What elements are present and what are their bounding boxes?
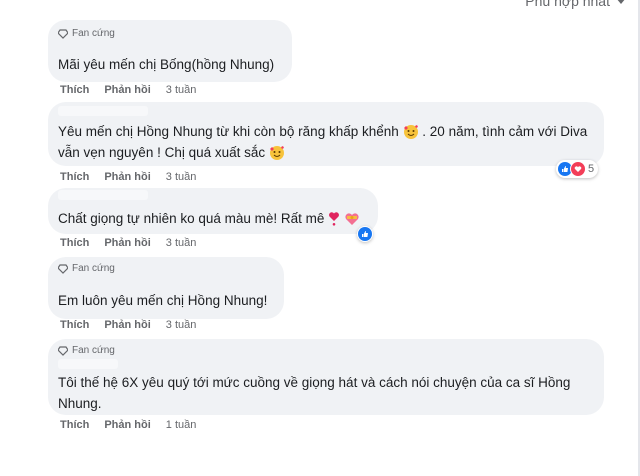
comment-bubble: Chất giọng tự nhiên ko quá màu mè! Rất m… [48,188,378,234]
reply-button[interactable]: Phản hồi [104,237,150,249]
like-button[interactable]: Thích [60,319,89,331]
comment-text-line-1: Tôi thế hệ 6X yêu quý tới mức cuồng về g… [58,375,571,390]
comment-bubble: Fan cứng Mãi yêu mến chị Bống(hồng Nhung… [48,20,292,82]
heart-exclamation-icon [329,212,340,227]
reply-button[interactable]: Phản hồi [104,84,150,96]
comment-actions: Thích Phản hồi 3 tuần [60,171,196,183]
reply-button[interactable]: Phản hồi [104,319,150,331]
comment-bubble: Fan cứng Tôi thế hệ 6X yêu quý tới mức c… [48,339,604,415]
comment-actions: Thích Phản hồi 1 tuần [60,419,196,431]
chevron-down-icon [616,0,626,4]
fan-badge: Fan cứng [58,345,115,356]
diamond-icon [58,263,68,274]
comment-text: Tôi thế hệ 6X yêu quý tới mức cuồng về g… [58,372,598,414]
comment-time[interactable]: 1 tuần [166,419,197,431]
comment-actions: Thích Phản hồi 3 tuần [60,237,196,249]
fan-badge-label: Fan cứng [72,28,115,39]
like-button[interactable]: Thích [60,419,89,431]
comment-text-line-2: vẫn vẹn nguyên ! Chị quá xuất sắc [58,145,266,160]
commenter-name-redacted [58,359,118,369]
comment-time[interactable]: 3 tuần [166,171,197,183]
fan-badge: Fan cứng [58,28,115,39]
like-button[interactable]: Thích [60,171,89,183]
like-reaction-icon [358,227,372,241]
commenter-name-redacted [58,106,148,116]
sort-label: Phù hợp nhất [525,0,610,9]
sort-dropdown[interactable]: Phù hợp nhất [525,0,626,9]
comment-text-line: Chất giọng tự nhiên ko quá màu mè! Rất m… [58,211,325,226]
comment-bubble: Yêu mến chị Hồng Nhung từ khi còn bộ răn… [48,102,604,166]
comment-text: Chất giọng tự nhiên ko quá màu mè! Rất m… [58,208,360,229]
comment-time[interactable]: 3 tuần [166,319,197,331]
comment-actions: Thích Phản hồi 3 tuần [60,84,196,96]
reaction-count: 5 [588,163,595,175]
comment-time[interactable]: 3 tuần [166,237,197,249]
commenter-name-redacted [58,190,148,200]
comment-text-line-2: Nhung. [58,396,102,411]
reaction-summary[interactable] [357,226,373,242]
reply-button[interactable]: Phản hồi [104,171,150,183]
comment-bubble: Fan cứng Em luôn yêu mến chị Hồng Nhung! [48,257,284,319]
love-reaction-icon [570,161,586,177]
heart-with-ribbon-icon [345,213,359,226]
fan-badge: Fan cứng [58,263,115,274]
comment-text: Em luôn yêu mến chị Hồng Nhung! [58,293,268,308]
like-button[interactable]: Thích [60,237,89,249]
fan-badge-label: Fan cứng [72,345,115,356]
fan-badge-label: Fan cứng [72,263,115,274]
comment-time[interactable]: 3 tuần [166,84,197,96]
comment-text-line-1b: . 20 năm, tình cảm với Diva [422,124,588,139]
smiling-hearts-emoji-icon [269,146,284,161]
comment-text-line-1: Yêu mến chị Hồng Nhung từ khi còn bộ răn… [58,124,399,139]
like-button[interactable]: Thích [60,84,89,96]
reply-button[interactable]: Phản hồi [104,419,150,431]
diamond-icon [58,345,68,356]
comment-text: Mãi yêu mến chị Bống(hồng Nhung) [58,57,275,72]
smiling-hearts-emoji-icon [403,125,418,140]
comment-text: Yêu mến chị Hồng Nhung từ khi còn bộ răn… [58,121,598,163]
reaction-summary[interactable]: 5 [556,160,599,178]
comment-actions: Thích Phản hồi 3 tuần [60,319,196,331]
diamond-icon [58,28,68,39]
